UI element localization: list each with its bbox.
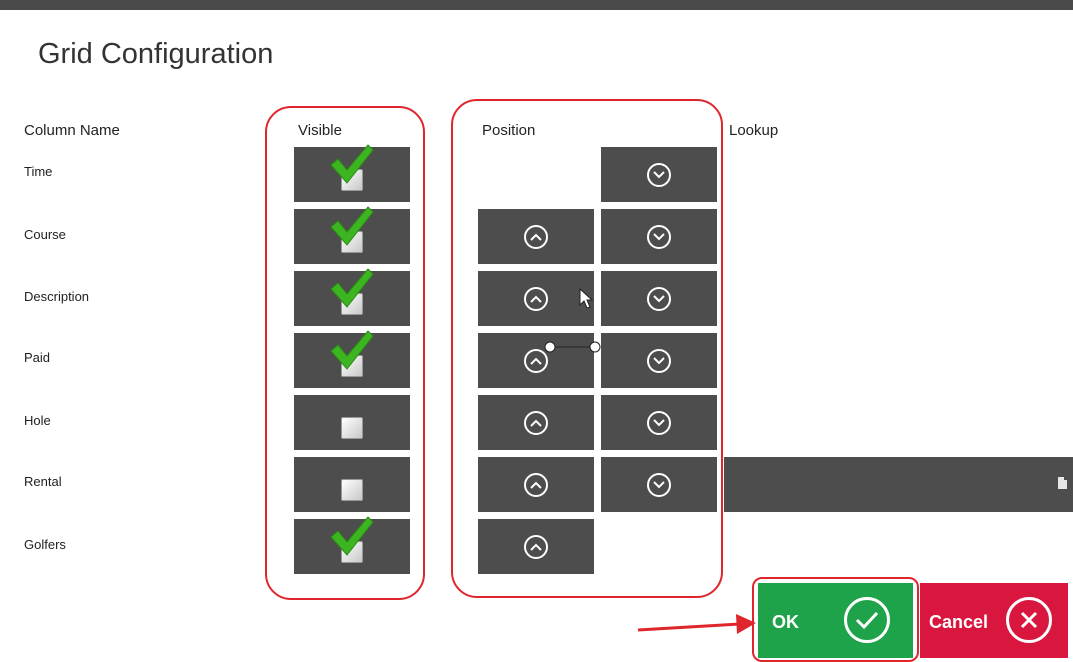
row-label-paid: Paid: [24, 350, 51, 365]
ok-button-label: OK: [772, 612, 799, 632]
row-label-rental: Rental: [24, 474, 62, 489]
row-label-golfers: Golfers: [24, 537, 66, 552]
dialog-title: Grid Configuration: [38, 38, 274, 70]
row-label-hole: Hole: [24, 413, 51, 428]
ok-button[interactable]: OK: [758, 583, 913, 658]
row-label-description: Description: [24, 289, 90, 304]
x-circle-icon: [1006, 597, 1052, 643]
annotation-highlight-visible: [265, 106, 425, 600]
header-column-name: Column Name: [24, 122, 120, 139]
top-bar: [0, 0, 1073, 10]
check-circle-icon: [844, 597, 890, 643]
row-label-time: Time: [24, 164, 53, 179]
annotation-highlight-position: [451, 99, 723, 598]
lookup-field-rental[interactable]: [724, 457, 1073, 512]
cancel-button[interactable]: Cancel: [920, 583, 1068, 658]
document-icon[interactable]: [1058, 477, 1067, 489]
annotation-arrow-icon: [637, 614, 756, 634]
cancel-button-label: Cancel: [929, 612, 989, 632]
row-label-course: Course: [24, 227, 66, 242]
header-lookup: Lookup: [729, 122, 779, 139]
